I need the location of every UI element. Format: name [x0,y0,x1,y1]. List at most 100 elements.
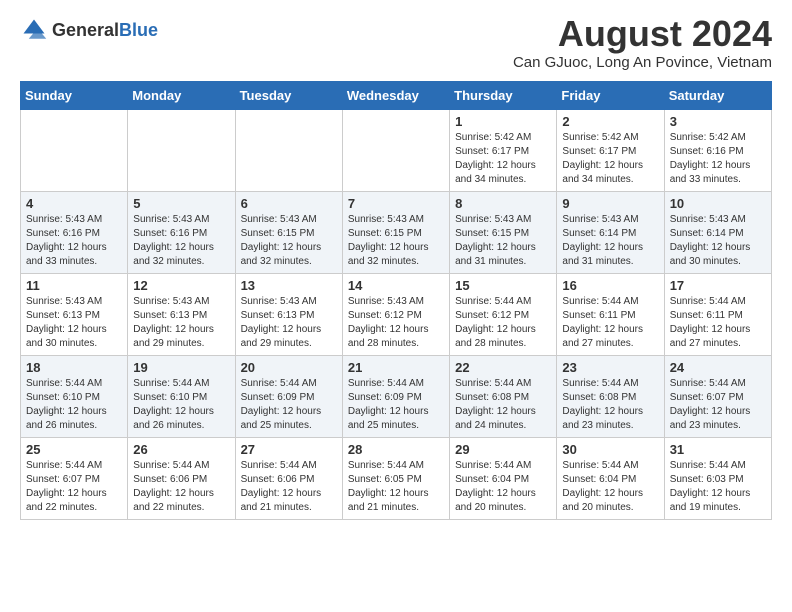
day-info: Sunrise: 5:44 AM Sunset: 6:07 PM Dayligh… [26,459,122,515]
day-cell: 13 Sunrise: 5:43 AM Sunset: 6:13 PM Dayli… [235,274,342,356]
day-info: Sunrise: 5:44 AM Sunset: 6:05 PM Dayligh… [348,459,444,515]
day-number: 31 [670,442,766,457]
week-row-1: 1 Sunrise: 5:42 AM Sunset: 6:17 PM Daylig… [21,110,772,192]
logo-icon [20,16,48,44]
day-info: Sunrise: 5:43 AM Sunset: 6:16 PM Dayligh… [26,213,122,269]
day-cell [342,110,449,192]
week-row-2: 4 Sunrise: 5:43 AM Sunset: 6:16 PM Daylig… [21,192,772,274]
day-number: 21 [348,360,444,375]
day-cell: 20 Sunrise: 5:44 AM Sunset: 6:09 PM Dayli… [235,356,342,438]
day-cell: 1 Sunrise: 5:42 AM Sunset: 6:17 PM Daylig… [450,110,557,192]
day-cell: 28Sunrise: 5:44 AM Sunset: 6:05 PM Dayli… [342,438,449,520]
day-number: 23 [562,360,658,375]
day-cell: 2 Sunrise: 5:42 AM Sunset: 6:17 PM Daylig… [557,110,664,192]
page-header: GeneralBlue August 2024 Can GJuoc, Long … [20,16,772,71]
day-info: Sunrise: 5:42 AM Sunset: 6:17 PM Dayligh… [455,131,551,187]
day-number: 9 [562,196,658,211]
day-number: 12 [133,278,229,293]
day-info: Sunrise: 5:43 AM Sunset: 6:15 PM Dayligh… [348,213,444,269]
day-cell: 7 Sunrise: 5:43 AM Sunset: 6:15 PM Daylig… [342,192,449,274]
calendar-table: SundayMondayTuesdayWednesdayThursdayFrid… [20,81,772,520]
day-cell: 17 Sunrise: 5:44 AM Sunset: 6:11 PM Dayli… [664,274,771,356]
day-cell: 5Sunrise: 5:43 AM Sunset: 6:16 PM Daylig… [128,192,235,274]
week-row-5: 25Sunrise: 5:44 AM Sunset: 6:07 PM Dayli… [21,438,772,520]
day-info: Sunrise: 5:43 AM Sunset: 6:15 PM Dayligh… [241,213,337,269]
day-cell: 27Sunrise: 5:44 AM Sunset: 6:06 PM Dayli… [235,438,342,520]
day-cell [235,110,342,192]
day-info: Sunrise: 5:43 AM Sunset: 6:13 PM Dayligh… [26,295,122,351]
day-cell: 8 Sunrise: 5:43 AM Sunset: 6:15 PM Daylig… [450,192,557,274]
day-number: 1 [455,114,551,129]
day-info: Sunrise: 5:43 AM Sunset: 6:14 PM Dayligh… [670,213,766,269]
day-info: Sunrise: 5:42 AM Sunset: 6:17 PM Dayligh… [562,131,658,187]
day-info: Sunrise: 5:44 AM Sunset: 6:11 PM Dayligh… [670,295,766,351]
day-number: 14 [348,278,444,293]
location-subtitle: Can GJuoc, Long An Povince, Vietnam [513,54,772,71]
day-info: Sunrise: 5:44 AM Sunset: 6:09 PM Dayligh… [241,377,337,433]
day-info: Sunrise: 5:44 AM Sunset: 6:04 PM Dayligh… [455,459,551,515]
month-title: August 2024 [513,16,772,52]
day-cell: 12 Sunrise: 5:43 AM Sunset: 6:13 PM Dayli… [128,274,235,356]
day-info: Sunrise: 5:43 AM Sunset: 6:15 PM Dayligh… [455,213,551,269]
week-row-4: 18 Sunrise: 5:44 AM Sunset: 6:10 PM Dayli… [21,356,772,438]
day-cell: 18 Sunrise: 5:44 AM Sunset: 6:10 PM Dayli… [21,356,128,438]
day-info: Sunrise: 5:42 AM Sunset: 6:16 PM Dayligh… [670,131,766,187]
day-info: Sunrise: 5:43 AM Sunset: 6:12 PM Dayligh… [348,295,444,351]
day-info: Sunrise: 5:44 AM Sunset: 6:04 PM Dayligh… [562,459,658,515]
day-number: 20 [241,360,337,375]
day-number: 2 [562,114,658,129]
day-cell: 15Sunrise: 5:44 AM Sunset: 6:12 PM Dayli… [450,274,557,356]
logo-blue-text: Blue [119,20,158,40]
day-cell: 31 Sunrise: 5:44 AM Sunset: 6:03 PM Dayli… [664,438,771,520]
day-info: Sunrise: 5:44 AM Sunset: 6:08 PM Dayligh… [562,377,658,433]
day-info: Sunrise: 5:44 AM Sunset: 6:03 PM Dayligh… [670,459,766,515]
weekday-header-tuesday: Tuesday [235,82,342,110]
day-number: 22 [455,360,551,375]
logo: GeneralBlue [20,16,158,44]
day-info: Sunrise: 5:44 AM Sunset: 6:06 PM Dayligh… [133,459,229,515]
weekday-header-saturday: Saturday [664,82,771,110]
day-number: 10 [670,196,766,211]
day-cell: 26 Sunrise: 5:44 AM Sunset: 6:06 PM Dayli… [128,438,235,520]
day-number: 6 [241,196,337,211]
day-cell: 16Sunrise: 5:44 AM Sunset: 6:11 PM Dayli… [557,274,664,356]
day-number: 29 [455,442,551,457]
day-number: 26 [133,442,229,457]
day-cell: 19 Sunrise: 5:44 AM Sunset: 6:10 PM Dayli… [128,356,235,438]
day-cell [128,110,235,192]
day-cell: 9Sunrise: 5:43 AM Sunset: 6:14 PM Daylig… [557,192,664,274]
day-cell: 21 Sunrise: 5:44 AM Sunset: 6:09 PM Dayli… [342,356,449,438]
day-cell: 23 Sunrise: 5:44 AM Sunset: 6:08 PM Dayli… [557,356,664,438]
day-number: 24 [670,360,766,375]
weekday-header-monday: Monday [128,82,235,110]
day-number: 5 [133,196,229,211]
day-number: 4 [26,196,122,211]
week-row-3: 11 Sunrise: 5:43 AM Sunset: 6:13 PM Dayli… [21,274,772,356]
day-number: 17 [670,278,766,293]
day-info: Sunrise: 5:43 AM Sunset: 6:13 PM Dayligh… [241,295,337,351]
day-cell: 30Sunrise: 5:44 AM Sunset: 6:04 PM Dayli… [557,438,664,520]
day-cell: 24Sunrise: 5:44 AM Sunset: 6:07 PM Dayli… [664,356,771,438]
day-number: 3 [670,114,766,129]
day-info: Sunrise: 5:44 AM Sunset: 6:10 PM Dayligh… [26,377,122,433]
day-cell [21,110,128,192]
day-cell: 11 Sunrise: 5:43 AM Sunset: 6:13 PM Dayli… [21,274,128,356]
day-info: Sunrise: 5:44 AM Sunset: 6:10 PM Dayligh… [133,377,229,433]
day-cell: 10 Sunrise: 5:43 AM Sunset: 6:14 PM Dayli… [664,192,771,274]
day-number: 27 [241,442,337,457]
day-number: 7 [348,196,444,211]
title-block: August 2024 Can GJuoc, Long An Povince, … [513,16,772,71]
day-number: 8 [455,196,551,211]
day-info: Sunrise: 5:44 AM Sunset: 6:09 PM Dayligh… [348,377,444,433]
weekday-header-sunday: Sunday [21,82,128,110]
weekday-header-row: SundayMondayTuesdayWednesdayThursdayFrid… [21,82,772,110]
day-number: 13 [241,278,337,293]
weekday-header-wednesday: Wednesday [342,82,449,110]
day-info: Sunrise: 5:44 AM Sunset: 6:08 PM Dayligh… [455,377,551,433]
day-number: 18 [26,360,122,375]
day-cell: 25Sunrise: 5:44 AM Sunset: 6:07 PM Dayli… [21,438,128,520]
day-cell: 22 Sunrise: 5:44 AM Sunset: 6:08 PM Dayli… [450,356,557,438]
day-info: Sunrise: 5:43 AM Sunset: 6:13 PM Dayligh… [133,295,229,351]
day-number: 19 [133,360,229,375]
day-number: 11 [26,278,122,293]
